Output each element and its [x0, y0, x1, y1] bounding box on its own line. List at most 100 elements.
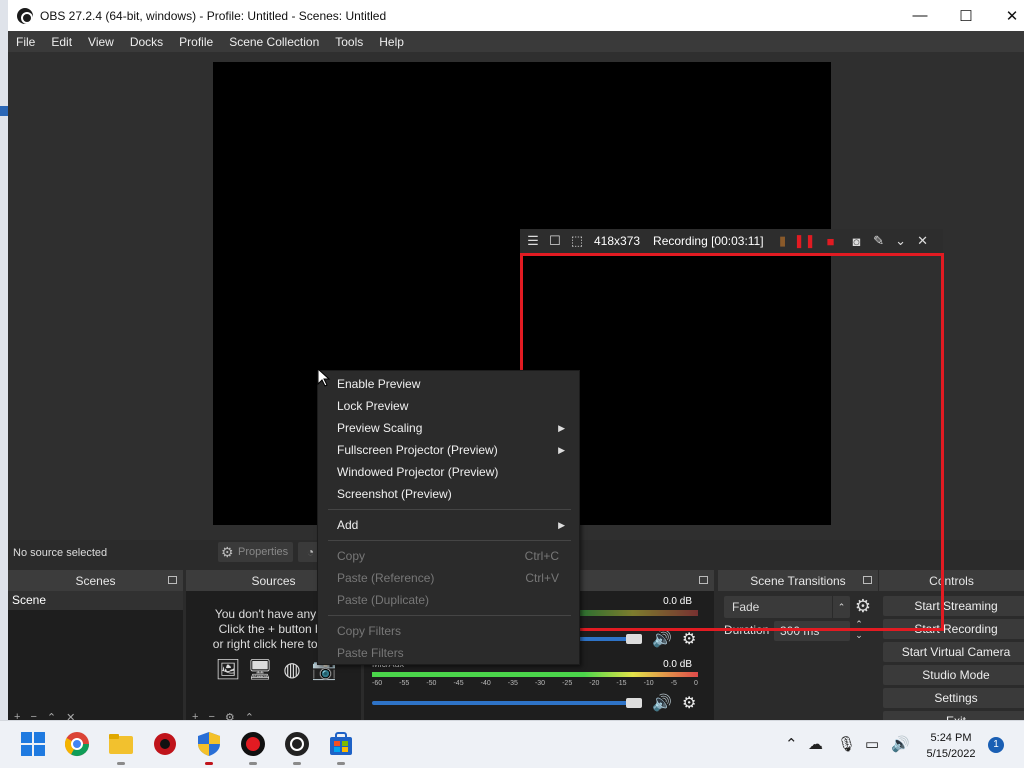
windows-start-icon[interactable] [20, 731, 46, 757]
menu-item-lock-preview[interactable]: Lock Preview [318, 395, 579, 417]
menu-item-preview-scaling[interactable]: Preview Scaling ▶ [318, 417, 579, 439]
menu-item-label: Paste (Reference) [337, 571, 435, 585]
file-explorer-icon[interactable] [108, 731, 134, 757]
sources-title: Sources [251, 573, 296, 588]
menu-item-paste-duplicate[interactable]: Paste (Duplicate) [318, 589, 579, 611]
start-virtual-camera-button[interactable]: Start Virtual Camera [883, 642, 1024, 662]
select-region-icon[interactable]: ⬚ [566, 233, 588, 249]
meter-scale: -60 -55 -50 -45 -40 -35 -30 -25 -20 -15 … [372, 680, 698, 688]
network-icon[interactable]: ▭ [865, 735, 879, 753]
cloud-offline-icon[interactable]: ☁ [808, 735, 823, 753]
menu-edit[interactable]: Edit [43, 35, 80, 49]
remove-icon[interactable]: − [208, 711, 214, 720]
running-indicator [205, 762, 213, 765]
properties-label: Properties [238, 546, 289, 558]
pause-icon[interactable]: ❚❚ [794, 233, 816, 249]
menu-item-paste-reference[interactable]: Paste (Reference) Ctrl+V [318, 567, 579, 589]
menu-item-label: Add [337, 518, 359, 532]
gear-icon[interactable]: ⚙ [682, 693, 696, 713]
meter-tick: -45 [453, 680, 464, 687]
menu-item-copy-filters[interactable]: Copy Filters [318, 620, 579, 642]
undock-icon[interactable] [168, 576, 177, 584]
menu-tools[interactable]: Tools [327, 35, 371, 49]
menu-item-label: Copy [337, 549, 366, 563]
menu-item-paste-filters[interactable]: Paste Filters [318, 642, 579, 664]
menu-item-label: Preview Scaling [337, 421, 423, 435]
chevron-right-icon: ▶ [558, 445, 565, 455]
volume-icon[interactable]: 🔊 [891, 735, 910, 753]
stop-icon[interactable]: ■ [820, 234, 842, 249]
system-clock[interactable]: 5:24 PM 5/15/2022 [922, 730, 980, 762]
camera-icon[interactable]: ◙ [846, 234, 868, 249]
menu-profile[interactable]: Profile [171, 35, 221, 49]
menu-item-add[interactable]: Add ▶ [318, 514, 579, 536]
menu-help[interactable]: Help [371, 35, 412, 49]
menu-file[interactable]: File [8, 35, 43, 49]
screen-recorder-icon[interactable] [240, 731, 266, 757]
recording-region-frame[interactable] [520, 253, 944, 631]
volume-meter [372, 672, 698, 677]
chrome-icon[interactable] [64, 731, 90, 757]
volume-slider-handle[interactable] [626, 634, 642, 644]
globe-icon: ◍ [283, 659, 301, 681]
preview-context-menu: Enable Preview Lock Preview Preview Scal… [317, 370, 580, 665]
filter-icon: ◔ [306, 545, 315, 559]
running-indicator [337, 762, 345, 765]
microphone-icon[interactable]: 🎙 [837, 735, 856, 753]
menu-scene-collection[interactable]: Scene Collection [221, 35, 327, 49]
menu-view[interactable]: View [80, 35, 122, 49]
no-source-label: No source selected [13, 546, 108, 559]
meter-tick: -35 [507, 680, 518, 687]
shortcut-label: Ctrl+V [525, 571, 559, 585]
move-up-icon[interactable]: ⌃ [245, 711, 254, 720]
meter-tick: -15 [616, 680, 627, 687]
add-icon[interactable]: + [192, 711, 198, 720]
menu-item-enable-preview[interactable]: Enable Preview [318, 373, 579, 395]
menu-icon[interactable]: ☰ [522, 233, 544, 249]
studio-mode-button[interactable]: Studio Mode [883, 665, 1024, 685]
exit-button[interactable]: Exit [883, 711, 1024, 720]
add-icon[interactable]: + [14, 711, 20, 720]
properties-button[interactable]: ⚙ Properties [218, 542, 293, 562]
mouse-cursor-icon [317, 368, 331, 387]
chevron-up-icon[interactable]: ⌃ [785, 735, 798, 753]
notification-badge[interactable]: 1 [988, 737, 1004, 753]
menu-item-screenshot[interactable]: Screenshot (Preview) [318, 483, 579, 505]
speaker-icon[interactable]: 🔊 [652, 629, 672, 649]
recording-timer: Recording [00:03:11] [653, 234, 764, 248]
gear-icon[interactable]: ⚙ [682, 629, 696, 649]
remove-icon[interactable]: − [30, 711, 36, 720]
chevron-down-icon[interactable]: ⌄ [890, 233, 912, 249]
obs-taskbar-icon[interactable] [284, 731, 310, 757]
chevron-right-icon: ▶ [558, 423, 565, 433]
running-indicator [249, 762, 257, 765]
meter-tick: -40 [480, 680, 491, 687]
obs-logo-icon [17, 7, 33, 24]
menu-item-windowed-projector[interactable]: Windowed Projector (Preview) [318, 461, 579, 483]
region-icon[interactable]: ☐ [544, 233, 566, 249]
pencil-icon[interactable]: ✎ [868, 233, 890, 249]
volume-slider-handle[interactable] [626, 698, 642, 708]
close-icon[interactable]: ✕ [66, 711, 75, 720]
close-button[interactable]: ✕ [989, 0, 1024, 31]
menu-item-fullscreen-projector[interactable]: Fullscreen Projector (Preview) ▶ [318, 439, 579, 461]
scenes-list[interactable]: Scene + − ⌃ ✕ [8, 591, 183, 720]
maximize-button[interactable]: ☐ [943, 0, 989, 31]
volume-slider[interactable] [372, 701, 642, 705]
speaker-icon[interactable]: 🔊 [652, 693, 672, 713]
level-icon: ▮ [779, 233, 787, 248]
store-icon[interactable] [328, 731, 354, 757]
list-item[interactable]: Scene [8, 591, 183, 610]
security-shield-icon[interactable] [196, 731, 222, 757]
menu-item-copy[interactable]: Copy Ctrl+C [318, 545, 579, 567]
gear-icon: ⚙ [221, 544, 234, 560]
app-icon[interactable] [152, 731, 178, 757]
chevron-right-icon: ▶ [558, 520, 565, 530]
chevron-down-icon[interactable]: ⌄ [855, 630, 863, 640]
move-up-icon[interactable]: ⌃ [47, 711, 56, 720]
gear-icon[interactable]: ⚙ [225, 711, 235, 720]
minimize-button[interactable]: — [897, 0, 943, 31]
close-icon[interactable]: ✕ [912, 233, 934, 249]
menu-docks[interactable]: Docks [122, 35, 171, 49]
settings-button[interactable]: Settings [883, 688, 1024, 708]
